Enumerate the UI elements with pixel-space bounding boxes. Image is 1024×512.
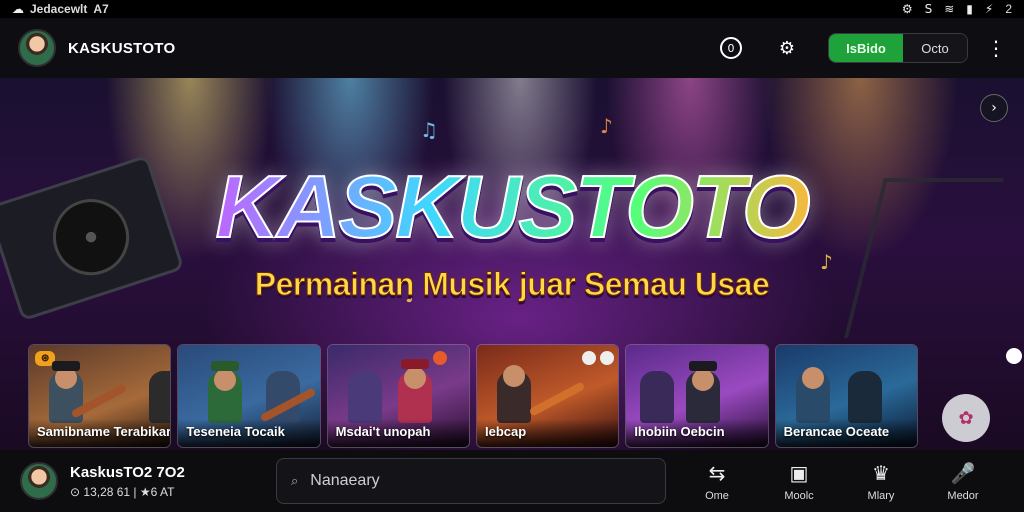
music-note-icon: ♫ — [420, 118, 438, 142]
mode-toggle[interactable]: IsBido Octo — [828, 33, 968, 63]
nav-item-mic[interactable]: 🎤 Medor — [928, 460, 998, 502]
hero-banner[interactable]: ♫ ♪ ♪ ♩ KASKUSTOTO Permainan Musik juar … — [0, 78, 1024, 450]
musician-figure — [347, 371, 382, 423]
game-card-row: ⊛ Samibname Terabikar Teseneia Tocaik Ms… — [28, 344, 918, 448]
status-bar: ☁ Jedacewlt A7 ⚙ S ≋ ▮ ⚡ 2 — [0, 0, 1024, 18]
musician-figure — [149, 371, 171, 423]
toggle-on-option[interactable]: IsBido — [829, 34, 903, 62]
wifi-icon: ≋ — [944, 2, 955, 16]
bottom-bar: KaskusTO2 7O2 ⊙ 13,28 61 | ★6 AT ⌕ ⇆ Ome… — [0, 450, 1024, 512]
chevron-right-icon[interactable]: › — [980, 94, 1008, 122]
app-title: KASKUSTOTO — [68, 39, 176, 57]
hero-title: KASKUSTOTO — [0, 156, 1024, 258]
musician-head — [502, 365, 525, 387]
nav-label: Medor — [947, 490, 979, 502]
bottom-nav: ⇆ Ome ▣ Moolc ♛ Mlary 🎤 Medor — [676, 460, 1004, 502]
hat-shape — [400, 359, 429, 369]
search-icon: ⌕ — [291, 473, 299, 489]
card-caption: Iebcap — [476, 419, 619, 447]
card-caption: Samibname Terabikar — [29, 419, 171, 447]
gear-icon[interactable]: ⚙ — [772, 33, 802, 63]
status-right: ⚙ S ≋ ▮ ⚡ 2 — [902, 2, 1012, 16]
game-card[interactable]: ⊛ Samibname Terabikar — [28, 344, 172, 448]
nav-item-game[interactable]: ⇆ Ome — [682, 460, 752, 502]
musician-head — [801, 367, 824, 389]
game-card[interactable]: Ihobiin Oebcin — [625, 344, 769, 448]
nav-item-profile[interactable]: ♛ Mlary — [846, 460, 916, 502]
game-card[interactable]: Iebcap — [475, 344, 620, 448]
hat-shape — [211, 361, 240, 371]
nav-item-music[interactable]: ▣ Moolc — [764, 460, 834, 502]
card-caption: Teseneia Tocaik — [178, 419, 320, 447]
music-icon: ▣ — [789, 461, 809, 485]
more-menu-icon[interactable]: ⋮ — [986, 36, 1006, 60]
card-chip — [432, 351, 447, 365]
status-ring-button[interactable]: 0 — [716, 33, 746, 63]
card-caption: Ihobiin Oebcin — [626, 419, 768, 447]
musician-figure — [847, 371, 882, 423]
status-clock: A7 — [93, 2, 109, 16]
user-profile[interactable]: KaskusTO2 7O2 ⊙ 13,28 61 | ★6 AT — [20, 462, 270, 500]
floating-action-icon[interactable]: ✿ — [942, 394, 990, 442]
user-stats: ⊙ 13,28 61 | ★6 AT — [70, 484, 175, 499]
game-icon: ⇆ — [708, 461, 726, 485]
settings-small-icon: ⚙ — [901, 2, 913, 16]
user-name: KaskusTO2 7O2 — [70, 463, 185, 481]
signal-icon: ▮ — [966, 2, 973, 16]
nav-label: Mlary — [867, 490, 895, 502]
hat-shape — [52, 361, 80, 371]
hat-shape — [689, 361, 718, 371]
app-bar: KASKUSTOTO 0 ⚙ IsBido Octo ⋮ — [0, 18, 1024, 78]
sync-icon: S — [924, 2, 933, 16]
hero-subtitle: Permainan Musik juar Semau Usae — [254, 266, 770, 303]
status-carrier: Jedacewlt — [30, 2, 88, 16]
avatar[interactable] — [18, 29, 56, 67]
carousel-indicator[interactable] — [1006, 348, 1022, 364]
nav-label: Moolc — [784, 490, 814, 502]
nav-label: Ome — [705, 490, 729, 502]
charging-icon: ⚡ — [984, 2, 994, 16]
musician-figure — [640, 371, 675, 423]
game-card[interactable]: Teseneia Tocaik — [177, 344, 321, 448]
music-note-icon: ♪ — [600, 114, 613, 138]
game-card[interactable]: Msdai't unopah — [326, 344, 470, 448]
toggle-off-option[interactable]: Octo — [903, 34, 967, 62]
avatar[interactable] — [20, 462, 58, 500]
game-card[interactable]: Berancae Oceate — [774, 344, 918, 448]
user-meta: KaskusTO2 7O2 ⊙ 13,28 61 | ★6 AT — [70, 464, 185, 499]
profile-icon: ♛ — [872, 461, 890, 485]
ring-icon: 0 — [720, 37, 742, 59]
status-left: ☁ Jedacewlt A7 — [12, 2, 109, 16]
search-bar[interactable]: ⌕ — [276, 458, 666, 504]
cloud-icon: ☁ — [12, 2, 24, 16]
card-caption: Berancae Oceate — [775, 419, 917, 447]
mic-icon: 🎤 — [950, 461, 976, 485]
search-input[interactable] — [310, 472, 631, 490]
battery-text: 2 — [1005, 2, 1012, 16]
card-caption: Msdai't unopah — [327, 419, 469, 447]
musician-head — [403, 367, 426, 389]
